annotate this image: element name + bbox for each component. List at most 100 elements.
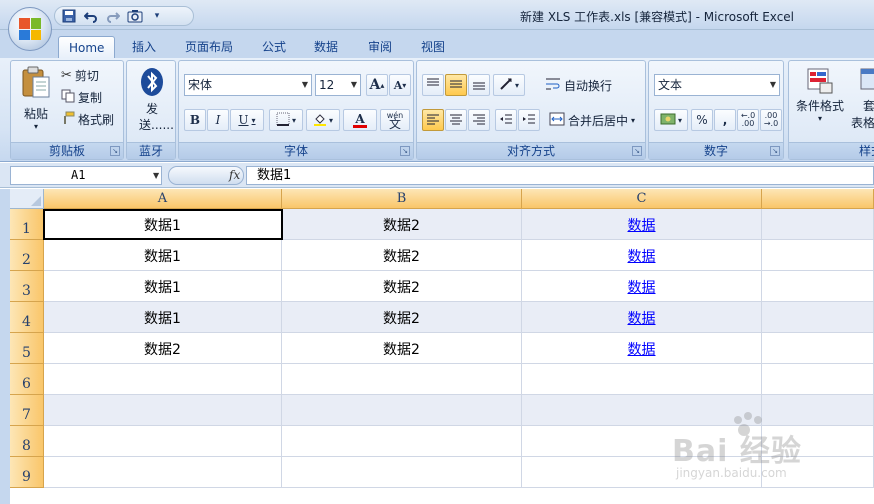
italic-button[interactable]: I xyxy=(207,109,229,131)
row-header[interactable]: 8 xyxy=(10,426,44,457)
save-icon[interactable] xyxy=(61,8,77,24)
font-color-button[interactable]: A xyxy=(343,109,377,131)
bluetooth-send-button[interactable]: 发送...... xyxy=(131,67,174,133)
cell[interactable]: 数据1 xyxy=(44,302,282,333)
cell[interactable]: 数据 xyxy=(522,302,762,333)
row-header[interactable]: 4 xyxy=(10,302,44,333)
number-format-combo[interactable]: 文本 ▼ xyxy=(654,74,780,96)
office-button[interactable] xyxy=(8,7,52,51)
comma-style-button[interactable]: , xyxy=(714,109,736,131)
fill-color-button[interactable]: ▾ xyxy=(306,109,340,131)
tab-insert[interactable]: 插入 xyxy=(122,36,166,58)
cell[interactable]: 数据2 xyxy=(282,302,522,333)
tab-review[interactable]: 审阅 xyxy=(358,36,402,58)
cell[interactable] xyxy=(762,271,874,302)
underline-button[interactable]: U ▾ xyxy=(230,109,264,131)
cell[interactable]: 数据 xyxy=(522,271,762,302)
cell[interactable] xyxy=(44,426,282,457)
cell[interactable] xyxy=(522,364,762,395)
column-header-d[interactable] xyxy=(762,189,874,209)
redo-icon[interactable] xyxy=(105,8,121,24)
tab-formulas[interactable]: 公式 xyxy=(252,36,296,58)
row-header[interactable]: 7 xyxy=(10,395,44,426)
name-box[interactable]: A1 xyxy=(10,166,162,185)
tab-data[interactable]: 数据 xyxy=(304,36,348,58)
top-align-button[interactable] xyxy=(422,74,444,96)
column-header-b[interactable]: B xyxy=(282,189,522,209)
font-size-combo[interactable]: 12 ▼ xyxy=(315,74,361,96)
select-all-button[interactable] xyxy=(10,189,44,209)
cell[interactable] xyxy=(282,457,522,488)
formula-input[interactable]: 数据1 xyxy=(246,166,874,185)
clipboard-launcher-icon[interactable]: ↘ xyxy=(110,146,120,156)
cell[interactable]: 数据2 xyxy=(282,271,522,302)
middle-align-button[interactable] xyxy=(445,74,467,96)
paste-dropdown-icon[interactable]: ▾ xyxy=(34,122,38,131)
cut-button[interactable]: ✂ 剪切 xyxy=(61,67,99,84)
decrease-decimal-button[interactable]: .00 →.0 xyxy=(760,109,782,131)
borders-button[interactable]: ▾ xyxy=(269,109,303,131)
orientation-button[interactable]: ▾ xyxy=(493,74,525,96)
tab-home[interactable]: Home xyxy=(58,36,116,58)
tab-view[interactable]: 视图 xyxy=(411,36,455,58)
increase-indent-button[interactable] xyxy=(518,109,540,131)
copy-button[interactable]: 复制 xyxy=(61,89,102,106)
cell[interactable] xyxy=(762,240,874,271)
bottom-align-button[interactable] xyxy=(468,74,490,96)
percent-button[interactable]: % xyxy=(691,109,713,131)
font-name-combo[interactable]: 宋体 ▼ xyxy=(184,74,312,96)
camera-icon[interactable] xyxy=(127,8,143,24)
cell[interactable] xyxy=(762,302,874,333)
cell[interactable] xyxy=(44,457,282,488)
conditional-format-button[interactable]: 条件格式 ▾ xyxy=(791,67,849,123)
cell[interactable] xyxy=(44,364,282,395)
cell[interactable]: 数据2 xyxy=(282,240,522,271)
cell[interactable]: 数据 xyxy=(522,209,762,240)
column-header-a[interactable]: A xyxy=(44,189,282,209)
chevron-down-icon[interactable]: ▾ xyxy=(631,116,635,125)
format-painter-button[interactable]: 格式刷 xyxy=(61,111,114,128)
tab-page-layout[interactable]: 页面布局 xyxy=(175,36,243,58)
undo-icon[interactable] xyxy=(83,8,99,24)
align-left-button[interactable] xyxy=(422,109,444,131)
format-as-table-button[interactable]: 套 表格格 xyxy=(847,67,874,131)
cell[interactable] xyxy=(282,395,522,426)
cell[interactable]: 数据1 xyxy=(44,209,282,240)
cell[interactable]: 数据2 xyxy=(282,333,522,364)
shrink-font-button[interactable]: A ▾ xyxy=(389,74,411,96)
cell[interactable]: 数据 xyxy=(522,240,762,271)
merge-center-button[interactable]: 合并后居中 ▾ xyxy=(549,112,635,129)
row-header[interactable]: 6 xyxy=(10,364,44,395)
row-header[interactable]: 2 xyxy=(10,240,44,271)
cell[interactable]: 数据1 xyxy=(44,271,282,302)
alignment-launcher-icon[interactable]: ↘ xyxy=(632,146,642,156)
row-header[interactable]: 9 xyxy=(10,457,44,488)
align-right-button[interactable] xyxy=(468,109,490,131)
cell[interactable] xyxy=(282,364,522,395)
align-center-button[interactable] xyxy=(445,109,467,131)
wrap-text-button[interactable]: 自动换行 xyxy=(545,77,612,94)
increase-decimal-button[interactable]: ←.0.00 xyxy=(737,109,759,131)
phonetic-button[interactable]: wén 文 xyxy=(380,109,410,131)
cell[interactable] xyxy=(762,209,874,240)
row-header[interactable]: 1 xyxy=(10,209,44,240)
insert-function-icon[interactable]: fx xyxy=(229,168,240,182)
row-header[interactable]: 5 xyxy=(10,333,44,364)
customize-icon[interactable]: ▾ xyxy=(149,8,165,24)
cell[interactable]: 数据1 xyxy=(44,240,282,271)
cell[interactable]: 数据2 xyxy=(44,333,282,364)
decrease-indent-button[interactable] xyxy=(495,109,517,131)
column-header-c[interactable]: C xyxy=(522,189,762,209)
font-launcher-icon[interactable]: ↘ xyxy=(400,146,410,156)
paste-button[interactable]: 粘贴 ▾ xyxy=(15,65,57,131)
number-launcher-icon[interactable]: ↘ xyxy=(770,146,780,156)
cell[interactable] xyxy=(282,426,522,457)
chevron-down-icon[interactable]: ▼ xyxy=(153,171,159,180)
cell[interactable] xyxy=(762,364,874,395)
accounting-format-button[interactable]: ▾ xyxy=(654,109,688,131)
row-header[interactable]: 3 xyxy=(10,271,44,302)
cell[interactable] xyxy=(44,395,282,426)
bold-button[interactable]: B xyxy=(184,109,206,131)
grow-font-button[interactable]: A ▴ xyxy=(366,74,388,96)
cell[interactable] xyxy=(762,333,874,364)
